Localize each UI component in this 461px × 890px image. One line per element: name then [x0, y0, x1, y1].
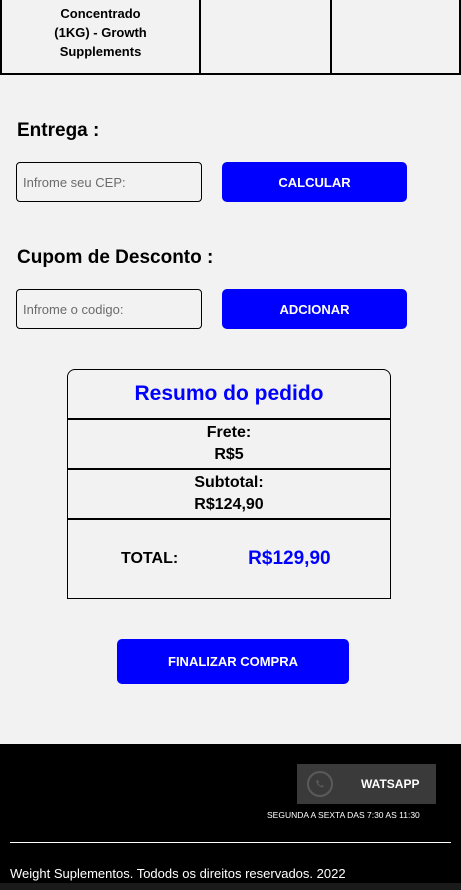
total-row: TOTAL: R$129,90: [68, 520, 390, 598]
total-label: TOTAL:: [121, 550, 179, 567]
footer-divider: [10, 842, 451, 843]
whatsapp-icon: [307, 771, 333, 797]
freight-row: Frete: R$5: [68, 420, 390, 470]
product-name: Concentrado (1KG) - Growth Supplements: [54, 6, 147, 59]
cep-input[interactable]: [16, 162, 202, 202]
cart-product-row: Concentrado (1KG) - Growth Supplements: [0, 0, 461, 75]
site-footer: WATSAPP SEGUNDA A SEXTA DAS 7:30 AS 11:3…: [0, 744, 461, 890]
coupon-input[interactable]: [16, 289, 202, 329]
product-price-cell: [332, 0, 461, 73]
shipping-label: Entrega :: [17, 120, 100, 141]
business-hours: SEGUNDA A SEXTA DAS 7:30 AS 11:30: [267, 810, 420, 820]
calculate-button[interactable]: CALCULAR: [222, 162, 407, 202]
order-summary-title: Resumo do pedido: [68, 370, 390, 420]
freight-value: R$5: [214, 446, 244, 463]
freight-label: Frete:: [206, 424, 252, 441]
product-quantity-cell: [201, 0, 332, 73]
subtotal-value: R$124,90: [194, 496, 264, 513]
total-value: R$129,90: [248, 548, 331, 569]
product-name-cell: Concentrado (1KG) - Growth Supplements: [0, 0, 201, 73]
checkout-button[interactable]: FINALIZAR COMPRA: [117, 639, 349, 684]
coupon-label: Cupom de Desconto :: [17, 247, 214, 268]
whatsapp-label: WATSAPP: [361, 777, 420, 791]
subtotal-row: Subtotal: R$124,90: [68, 470, 390, 520]
whatsapp-button[interactable]: WATSAPP: [297, 764, 436, 804]
apply-coupon-button[interactable]: ADCIONAR: [222, 289, 407, 329]
bottom-strip: [0, 883, 461, 890]
subtotal-label: Subtotal:: [194, 474, 264, 491]
order-summary: Resumo do pedido Frete: R$5 Subtotal: R$…: [67, 369, 391, 599]
copyright-text: Weight Suplementos. Todods os direitos r…: [10, 866, 346, 881]
